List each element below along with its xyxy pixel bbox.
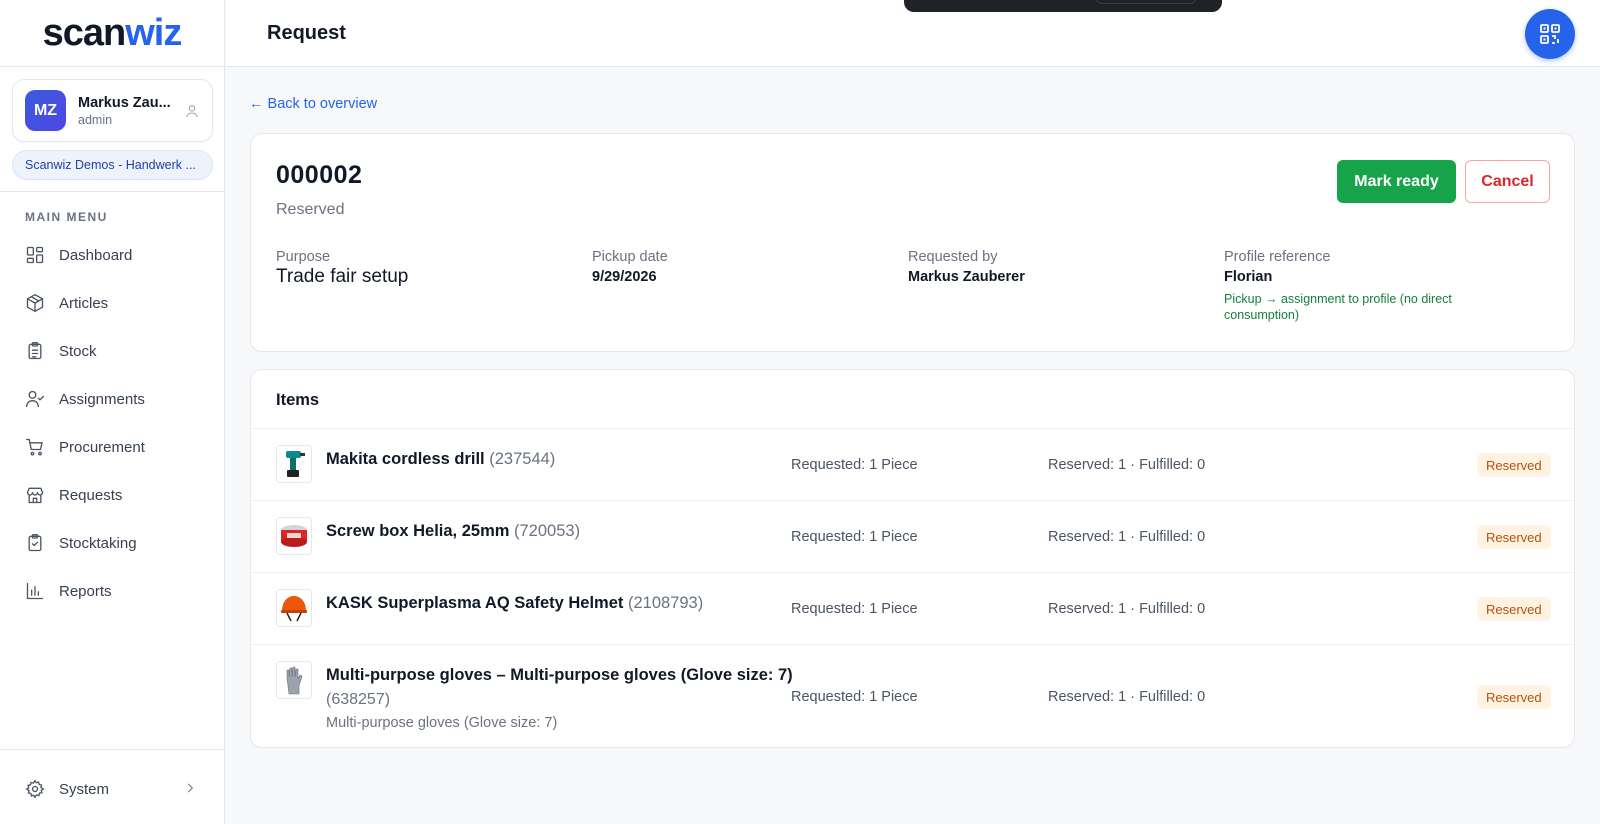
app-logo[interactable]: scan wiz [0, 0, 224, 67]
item-requested: Requested: 1 Piece [791, 457, 918, 473]
logo-text-scan: scan [42, 11, 127, 54]
top-bar: Request [226, 0, 1600, 67]
item-reserved-fulfilled: Reserved: 1 · Fulfilled: 0 [1048, 601, 1206, 617]
sidebar-item-assignments[interactable]: Assignments [0, 375, 225, 423]
qr-scan-button[interactable] [1525, 9, 1575, 59]
status-badge: Reserved [1477, 453, 1551, 477]
item-reserved-fulfilled: Reserved: 1 · Fulfilled: 0 [1048, 457, 1206, 473]
dashboard-icon [26, 246, 44, 264]
request-number: 000002 [276, 161, 363, 189]
sidebar-divider [0, 749, 225, 750]
user-icon[interactable] [184, 103, 200, 119]
status-badge: Reserved [1477, 685, 1551, 709]
user-role: admin [78, 112, 113, 127]
sidebar-divider [0, 191, 225, 192]
logo-text-wiz: wiz [125, 11, 182, 54]
clipboard-check-icon [28, 534, 42, 552]
requested-by-value: Markus Zauberer [908, 269, 1025, 285]
user-name: Markus Zau... [78, 94, 171, 111]
status-badge: Reserved [1477, 597, 1551, 621]
sidebar-item-label: Requests [59, 486, 123, 504]
purpose-label: Purpose [276, 249, 331, 265]
cancel-button[interactable]: Cancel [1465, 160, 1550, 203]
sidebar-item-articles[interactable]: Articles [0, 279, 225, 327]
avatar: MZ [25, 90, 66, 131]
sidebar-item-stocktaking[interactable]: Stocktaking [0, 519, 225, 567]
sidebar-item-reports[interactable]: Reports [0, 567, 225, 615]
sidebar-item-label: Procurement [59, 438, 145, 456]
item-subtitle: Multi-purpose gloves (Glove size: 7) [326, 715, 558, 731]
sidebar-item-label: System [59, 780, 110, 798]
profile-reference-note: Pickup → assignment to profile (no direc… [1224, 292, 1452, 322]
item-requested: Requested: 1 Piece [791, 689, 918, 705]
drill-icon [276, 445, 312, 483]
main-menu: Dashboard Articles Stock Assignments Pro… [0, 231, 225, 615]
items-card: Items Makita cordless drill (237544) Req… [250, 369, 1575, 748]
requested-by-label: Requested by [908, 249, 998, 265]
sidebar-item-requests[interactable]: Requests [0, 471, 225, 519]
purpose-field: Purpose Trade fair setup [276, 249, 408, 288]
qr-code-icon [1540, 24, 1560, 44]
profile-reference-label: Profile reference [1224, 249, 1331, 265]
item-name[interactable]: Multi-purpose gloves – Multi-purpose glo… [326, 666, 793, 685]
gear-icon [25, 779, 45, 799]
request-summary-card: 000002 Reserved Mark ready Cancel Purpos… [250, 133, 1575, 352]
profile-reference-value: Florian [1224, 269, 1273, 285]
item-sku: (638257) [326, 691, 391, 708]
table-row[interactable]: KASK Superplasma AQ Safety Helmet (21087… [251, 573, 1574, 645]
back-to-overview-link[interactable]: ← Back to overview [249, 96, 377, 112]
menu-heading: MAIN MENU [25, 210, 108, 224]
cart-icon [26, 438, 43, 456]
page-title: Request [267, 22, 346, 44]
sidebar-item-stock[interactable]: Stock [0, 327, 225, 375]
sidebar-item-label: Articles [59, 294, 109, 312]
pickup-date-value: 9/29/2026 [592, 269, 657, 285]
helmet-icon [276, 589, 312, 627]
profile-reference-field: Profile reference Florian Pickup → assig… [1224, 249, 1474, 323]
purpose-value: Trade fair setup [276, 266, 409, 287]
item-requested: Requested: 1 Piece [791, 601, 918, 617]
pickup-date-label: Pickup date [592, 249, 668, 265]
item-name[interactable]: KASK Superplasma AQ Safety Helmet (21087… [326, 594, 703, 613]
item-name[interactable]: Screw box Helia, 25mm (720053) [326, 522, 580, 541]
pickup-date-field: Pickup date 9/29/2026 [592, 249, 668, 285]
sidebar-item-label: Assignments [59, 390, 145, 408]
request-status: Reserved [276, 201, 345, 218]
sidebar: scan wiz MZ Markus Zau... admin Scanwiz D… [0, 0, 225, 824]
sidebar-item-dashboard[interactable]: Dashboard [0, 231, 225, 279]
bar-chart-icon [26, 582, 44, 600]
item-reserved-fulfilled: Reserved: 1 · Fulfilled: 0 [1048, 529, 1206, 545]
table-row[interactable]: Makita cordless drill (237544) Requested… [251, 429, 1574, 501]
mark-ready-button[interactable]: Mark ready [1337, 160, 1456, 203]
clipboard-list-icon [28, 342, 42, 360]
sidebar-item-procurement[interactable]: Procurement [0, 423, 225, 471]
sidebar-item-system[interactable]: System [0, 765, 225, 813]
sidebar-item-label: Dashboard [59, 246, 133, 264]
tenant-label: Scanwiz Demos - Handwerk ... [25, 158, 196, 172]
status-badge: Reserved [1477, 525, 1551, 549]
tenant-selector[interactable]: Scanwiz Demos - Handwerk ... [12, 150, 213, 180]
cube-icon [26, 294, 44, 312]
item-name[interactable]: Makita cordless drill (237544) [326, 450, 555, 469]
store-icon [26, 487, 44, 504]
sidebar-item-label: Stocktaking [59, 534, 137, 552]
item-requested: Requested: 1 Piece [791, 529, 918, 545]
item-reserved-fulfilled: Reserved: 1 · Fulfilled: 0 [1048, 689, 1206, 705]
glove-icon [276, 661, 312, 699]
requested-by-field: Requested by Markus Zauberer [908, 249, 1025, 285]
screw-box-icon [276, 517, 312, 555]
sidebar-item-label: Stock [59, 342, 97, 360]
user-card[interactable]: MZ Markus Zau... admin [12, 79, 213, 142]
floating-toolbar [904, 0, 1222, 12]
sidebar-item-label: Reports [59, 582, 112, 600]
items-title: Items [276, 391, 320, 409]
user-check-icon [26, 390, 44, 408]
chevron-right-icon [187, 783, 194, 793]
table-row[interactable]: Screw box Helia, 25mm (720053) Requested… [251, 501, 1574, 573]
table-row[interactable]: Multi-purpose gloves – Multi-purpose glo… [251, 645, 1574, 748]
